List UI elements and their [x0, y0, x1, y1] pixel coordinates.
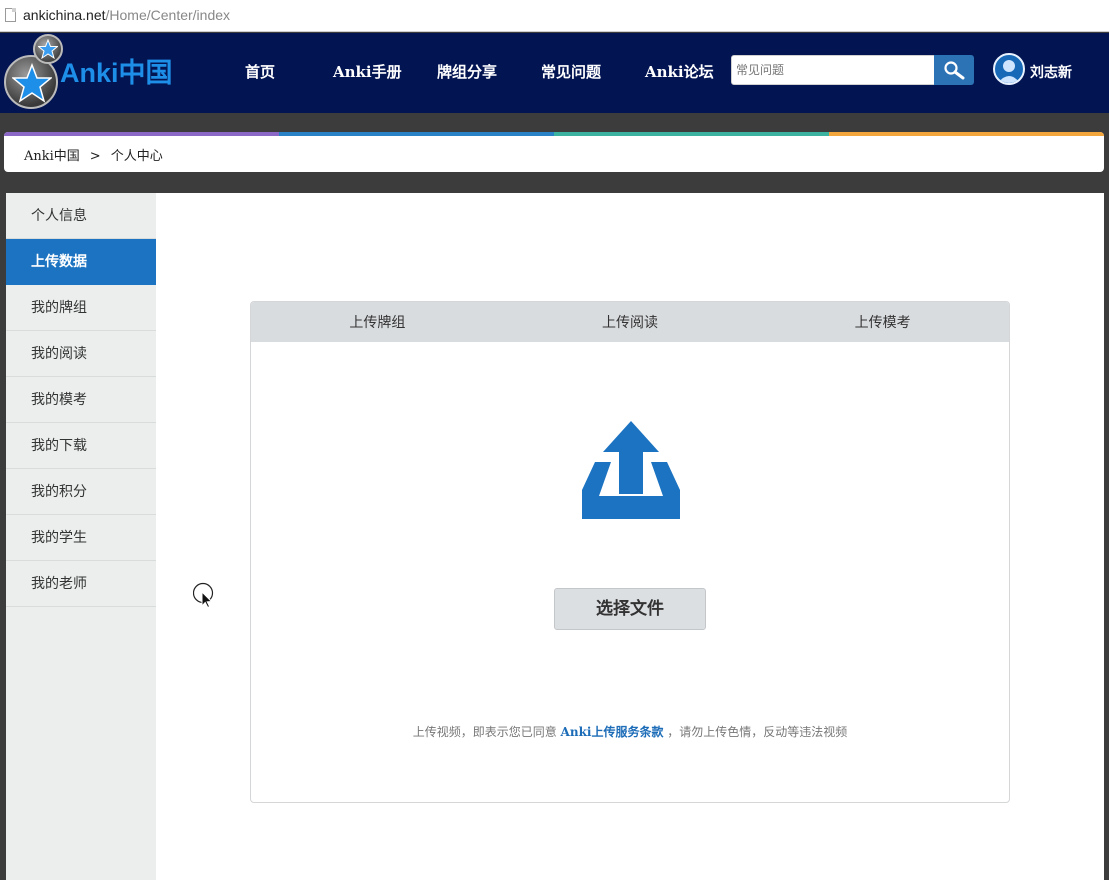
- sidebar-item-my-decks[interactable]: 我的牌组: [6, 285, 156, 331]
- color-strip-purple: [4, 132, 279, 136]
- color-strip-blue: [279, 132, 554, 136]
- nav-forum[interactable]: Anki论坛: [645, 61, 714, 82]
- sidebar-item-profile[interactable]: 个人信息: [6, 193, 156, 239]
- logo-text: Anki中国: [60, 58, 173, 88]
- sidebar-item-my-students[interactable]: 我的学生: [6, 515, 156, 561]
- breadcrumb-separator: >: [89, 149, 101, 164]
- upload-panel: 上传牌组 上传阅读 上传模考 选择文件 上传视频，即表示您已同意 Anki上传服…: [250, 301, 1010, 803]
- search-button[interactable]: [934, 55, 974, 85]
- breadcrumb-bar: Anki中国 > 个人中心: [4, 132, 1104, 172]
- url-text[interactable]: ankichina.net/Home/Center/index: [23, 7, 230, 23]
- address-bar[interactable]: ankichina.net/Home/Center/index: [0, 0, 1109, 32]
- breadcrumb: Anki中国 > 个人中心: [24, 145, 163, 164]
- sidebar: 个人信息 上传数据 我的牌组 我的阅读 我的模考 我的下载 我的积分 我的学生 …: [6, 193, 156, 880]
- upload-icon: [582, 421, 680, 519]
- choose-file-button[interactable]: 选择文件: [554, 588, 706, 630]
- tab-upload-deck[interactable]: 上传牌组: [251, 302, 504, 342]
- color-strip-orange: [829, 132, 1104, 136]
- search-box: [731, 55, 935, 85]
- user-avatar-icon[interactable]: [993, 53, 1025, 85]
- search-input[interactable]: [736, 56, 926, 84]
- sidebar-item-my-mock-exams[interactable]: 我的模考: [6, 377, 156, 423]
- page-icon: [5, 8, 16, 22]
- search-icon: [944, 61, 965, 80]
- nav-faq[interactable]: 常见问题: [541, 61, 601, 82]
- nav-home[interactable]: 首页: [245, 61, 275, 82]
- nav-deck-share[interactable]: 牌组分享: [437, 61, 497, 82]
- sidebar-item-my-downloads[interactable]: 我的下载: [6, 423, 156, 469]
- upload-terms-notice: 上传视频，即表示您已同意 Anki上传服务条款 ，请勿上传色情，反动等违法视频: [412, 725, 848, 739]
- sidebar-item-upload-data[interactable]: 上传数据: [6, 239, 156, 285]
- mouse-cursor-icon: [193, 582, 214, 608]
- sidebar-item-my-points[interactable]: 我的积分: [6, 469, 156, 515]
- sidebar-item-my-reading[interactable]: 我的阅读: [6, 331, 156, 377]
- color-strip-teal: [554, 132, 829, 136]
- upload-tabs: 上传牌组 上传阅读 上传模考: [251, 302, 1009, 342]
- site-logo[interactable]: Anki中国: [2, 33, 192, 113]
- upload-terms-link[interactable]: Anki上传服务条款: [561, 725, 664, 739]
- tab-upload-reading[interactable]: 上传阅读: [504, 302, 757, 342]
- user-name[interactable]: 刘志新: [1030, 62, 1072, 82]
- site-header: Anki中国 首页 Anki手册 牌组分享 常见问题 Anki论坛 刘志新: [0, 33, 1109, 113]
- breadcrumb-home[interactable]: Anki中国: [24, 149, 80, 164]
- sidebar-item-my-teachers[interactable]: 我的老师: [6, 561, 156, 607]
- main-content: 个人信息 上传数据 我的牌组 我的阅读 我的模考 我的下载 我的积分 我的学生 …: [6, 193, 1104, 880]
- nav-manual[interactable]: Anki手册: [333, 61, 402, 82]
- tab-upload-mock-exam[interactable]: 上传模考: [756, 302, 1009, 342]
- breadcrumb-current: 个人中心: [110, 149, 163, 164]
- star-small-icon: [33, 34, 63, 64]
